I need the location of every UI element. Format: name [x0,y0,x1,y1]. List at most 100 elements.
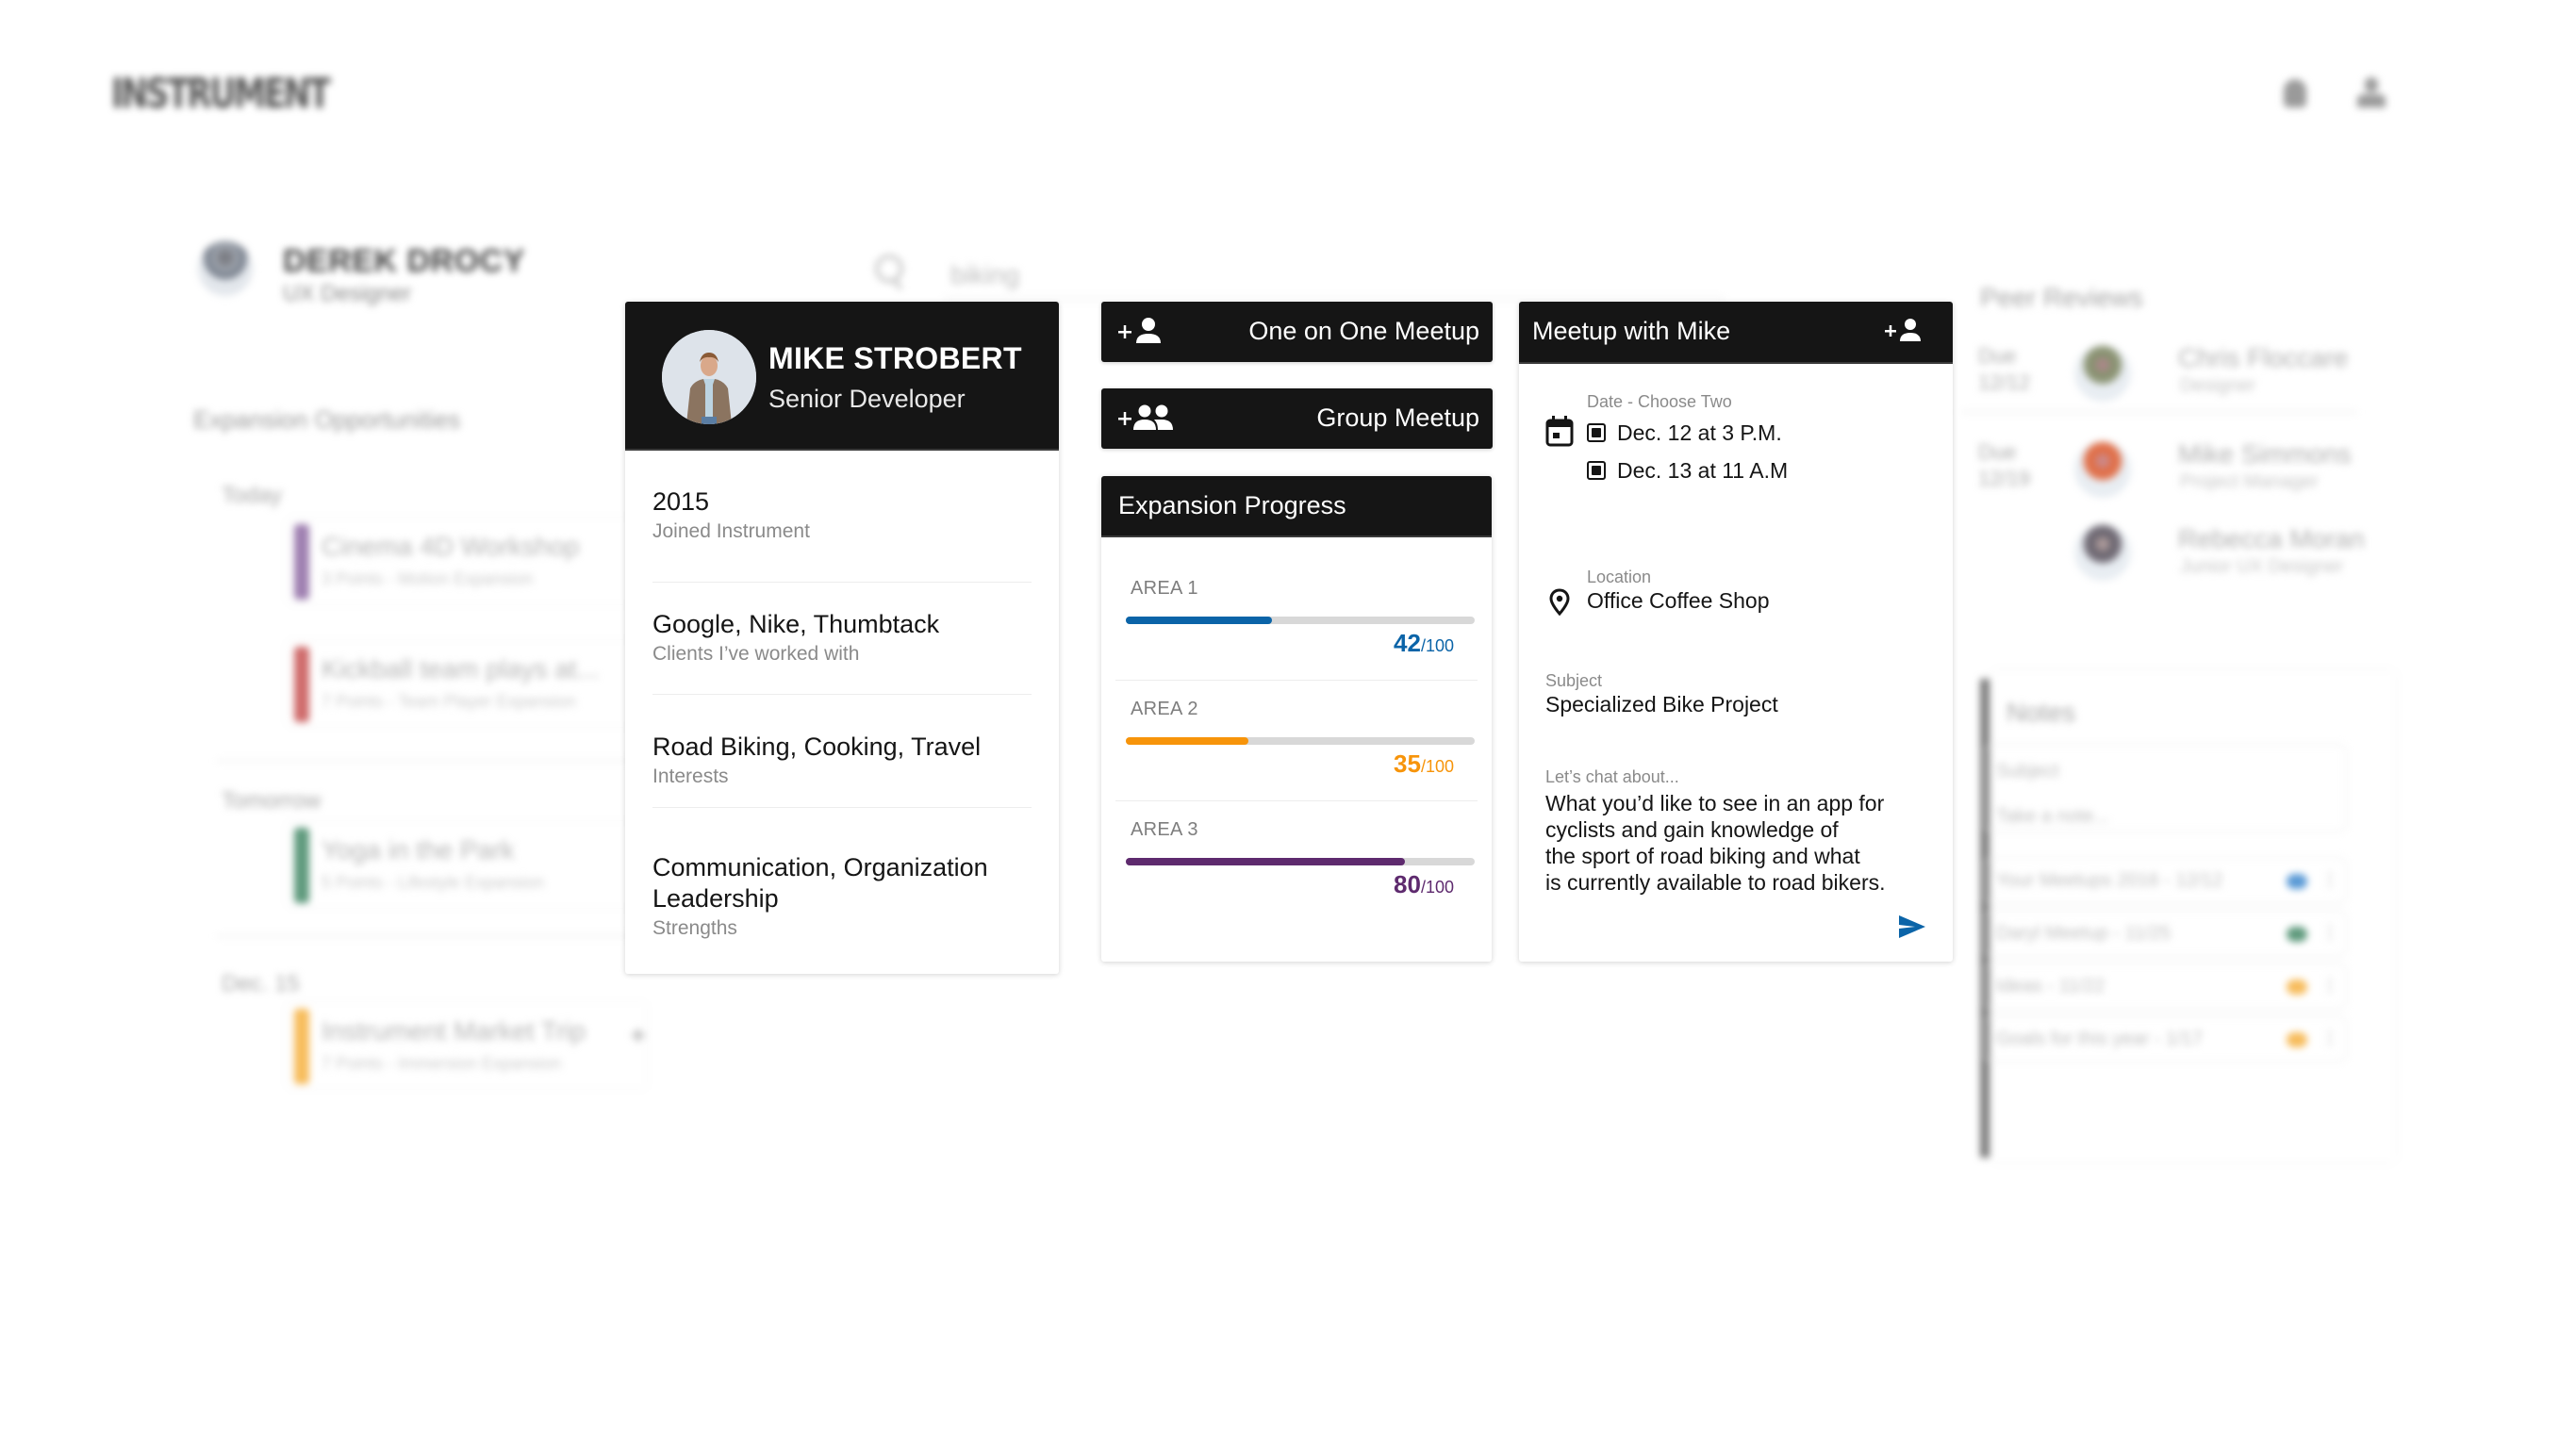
location-pin-icon [1549,588,1570,617]
profile-interests: Road Biking, Cooking, Travel Interests [652,732,1032,788]
note-item[interactable]: Your Meetups 2016 - 12/12 [1984,858,2346,903]
note-color-dot [2287,927,2307,942]
search-underline [943,298,1726,300]
note-color-dot [2287,980,2307,995]
meetup-header: Meetup with Mike [1519,302,1953,364]
divider [652,694,1032,695]
opportunity-subtitle: 7 Points - Team Player Expansion [322,692,576,711]
date-option-label: Dec. 13 at 11 A.M [1617,457,1789,483]
more-icon[interactable] [2328,923,2332,942]
expansion-opportunities-title: Expansion Opportunities [193,405,461,434]
profile-item-label: Strengths [652,917,737,939]
note-item[interactable]: Daryl Meetup - 11/25 [1984,911,2346,956]
chat-line: What you’d like to see in an app for [1545,791,1885,815]
add-icon[interactable]: + [630,1020,647,1052]
one-on-one-meetup-button[interactable]: One on One Meetup [1101,302,1493,362]
peer-name[interactable]: Rebecca Moran [2178,524,2365,554]
send-icon[interactable] [1898,914,1926,939]
more-icon[interactable] [2328,870,2332,889]
profile-strengths: Communication, Organization Leadership S… [652,852,1032,940]
opportunity-subtitle: 5 Points - Lifestyle Expansion [322,873,545,892]
profile-item-value: 2015 [652,487,710,516]
expansion-progress-header: Expansion Progress [1101,476,1492,537]
opportunity-item[interactable]: Kickball team plays at... 7 Points - Tea… [288,641,646,726]
opportunity-item[interactable]: Cinema 4D Workshop 3 Points - Motion Exp… [288,519,646,603]
progress-area: AREA 3 80/100 [1101,819,1492,940]
date-option-checkbox[interactable]: Dec. 13 at 11 A.M [1587,456,1788,485]
location-value[interactable]: Office Coffee Shop [1587,588,1770,614]
divider [1115,800,1478,801]
progress-score: 35/100 [1394,749,1454,778]
peer-divider [1961,411,2357,413]
divider [652,582,1032,583]
chat-text[interactable]: What you’d like to see in an app for cyc… [1545,790,1886,896]
progress-score: 80/100 [1394,870,1454,898]
progress-fill [1126,858,1405,865]
profile-item-label: Interests [652,766,729,787]
progress-track [1126,617,1475,624]
profile-item-label: Clients I’ve worked with [652,643,860,665]
opportunity-title: Instrument Market Trip [322,1016,586,1046]
checkbox-checked-icon[interactable] [1587,461,1606,480]
note-title: Ideas - 11/22 [1996,976,2105,996]
opportunity-item[interactable]: Yoga in the Park 5 Points - Lifestyle Ex… [288,822,646,907]
bell-icon[interactable] [2284,79,2306,107]
profile-card: MIKE STROBERT Senior Developer 2015 Join… [625,302,1059,974]
profile-clients: Google, Nike, Thumbtack Clients I’ve wor… [652,609,1032,666]
group-divider [217,760,651,762]
profile-header: MIKE STROBERT Senior Developer [625,302,1059,451]
opportunity-subtitle: 3 Points - Motion Expansion [322,569,534,588]
progress-track [1126,858,1475,865]
opportunity-title: Cinema 4D Workshop [322,532,580,561]
one-on-one-meetup-label: One on One Meetup [1248,317,1479,345]
group-meetup-label: Group Meetup [1316,403,1479,432]
group-meetup-button[interactable]: Group Meetup [1101,388,1493,449]
profile-avatar [662,330,756,424]
date-option-label: Dec. 12 at 3 P.M. [1617,420,1782,445]
meetup-title: Meetup with Mike [1532,317,1731,345]
opportunity-item[interactable]: Instrument Market Trip 7 Points - Immers… [288,1003,646,1088]
user-icon[interactable] [2357,77,2386,109]
new-note-input[interactable]: Subject Take a note... [1984,745,2346,832]
opportunity-subtitle: 7 Points - Immersion Expansion [322,1054,562,1073]
search-input[interactable]: biking [950,260,1019,290]
note-body-placeholder: Take a note... [1996,806,2110,827]
category-bar [294,524,309,600]
more-icon[interactable] [2328,976,2332,995]
due-label: Due 12/12 [1978,344,2031,394]
note-subject-placeholder: Subject [1996,761,2059,782]
note-item[interactable]: Ideas - 11/22 [1984,963,2346,1009]
peer-role: Project Manager [2180,471,2319,492]
chat-label: Let’s chat about... [1545,767,1679,786]
more-icon[interactable] [2328,1029,2332,1047]
note-item[interactable]: Goals for this year - 1/17 [1984,1016,2346,1062]
group-label-tomorrow: Tomorrow [222,788,322,814]
add-group-icon [1118,404,1173,430]
notes-title: Notes [2006,698,2076,727]
profile-item-value: Communication, Organization [652,853,988,881]
chat-line: cyclists and gain knowledge of [1545,817,1839,842]
progress-fill [1126,737,1248,745]
search-icon [875,255,903,283]
progress-area-label: AREA 1 [1131,578,1198,599]
opportunity-title: Yoga in the Park [322,835,515,864]
current-user-role: UX Designer [283,281,412,306]
add-person-icon [1118,318,1161,343]
note-title: Goals for this year - 1/17 [1996,1029,2203,1049]
peer-avatar [2074,524,2131,581]
chat-line: the sport of road biking and what [1545,844,1860,868]
peer-name[interactable]: Mike Simmons [2178,439,2352,469]
add-person-icon[interactable] [1885,315,1926,349]
checkbox-checked-icon[interactable] [1587,423,1606,442]
peer-name[interactable]: Chris Floccare [2178,343,2348,373]
date-option-checkbox[interactable]: Dec. 12 at 3 P.M. [1587,419,1782,447]
peer-avatar [2074,345,2131,402]
instrument-logo[interactable]: INSTRUMENT [111,70,331,118]
subject-label: Subject [1545,671,1603,690]
subject-value[interactable]: Specialized Bike Project [1545,692,1778,717]
note-color-dot [2287,874,2307,889]
category-bar [294,1009,309,1084]
progress-score: 42/100 [1394,629,1454,657]
current-user-avatar [198,241,253,296]
profile-name: MIKE STROBERT [768,341,1022,375]
